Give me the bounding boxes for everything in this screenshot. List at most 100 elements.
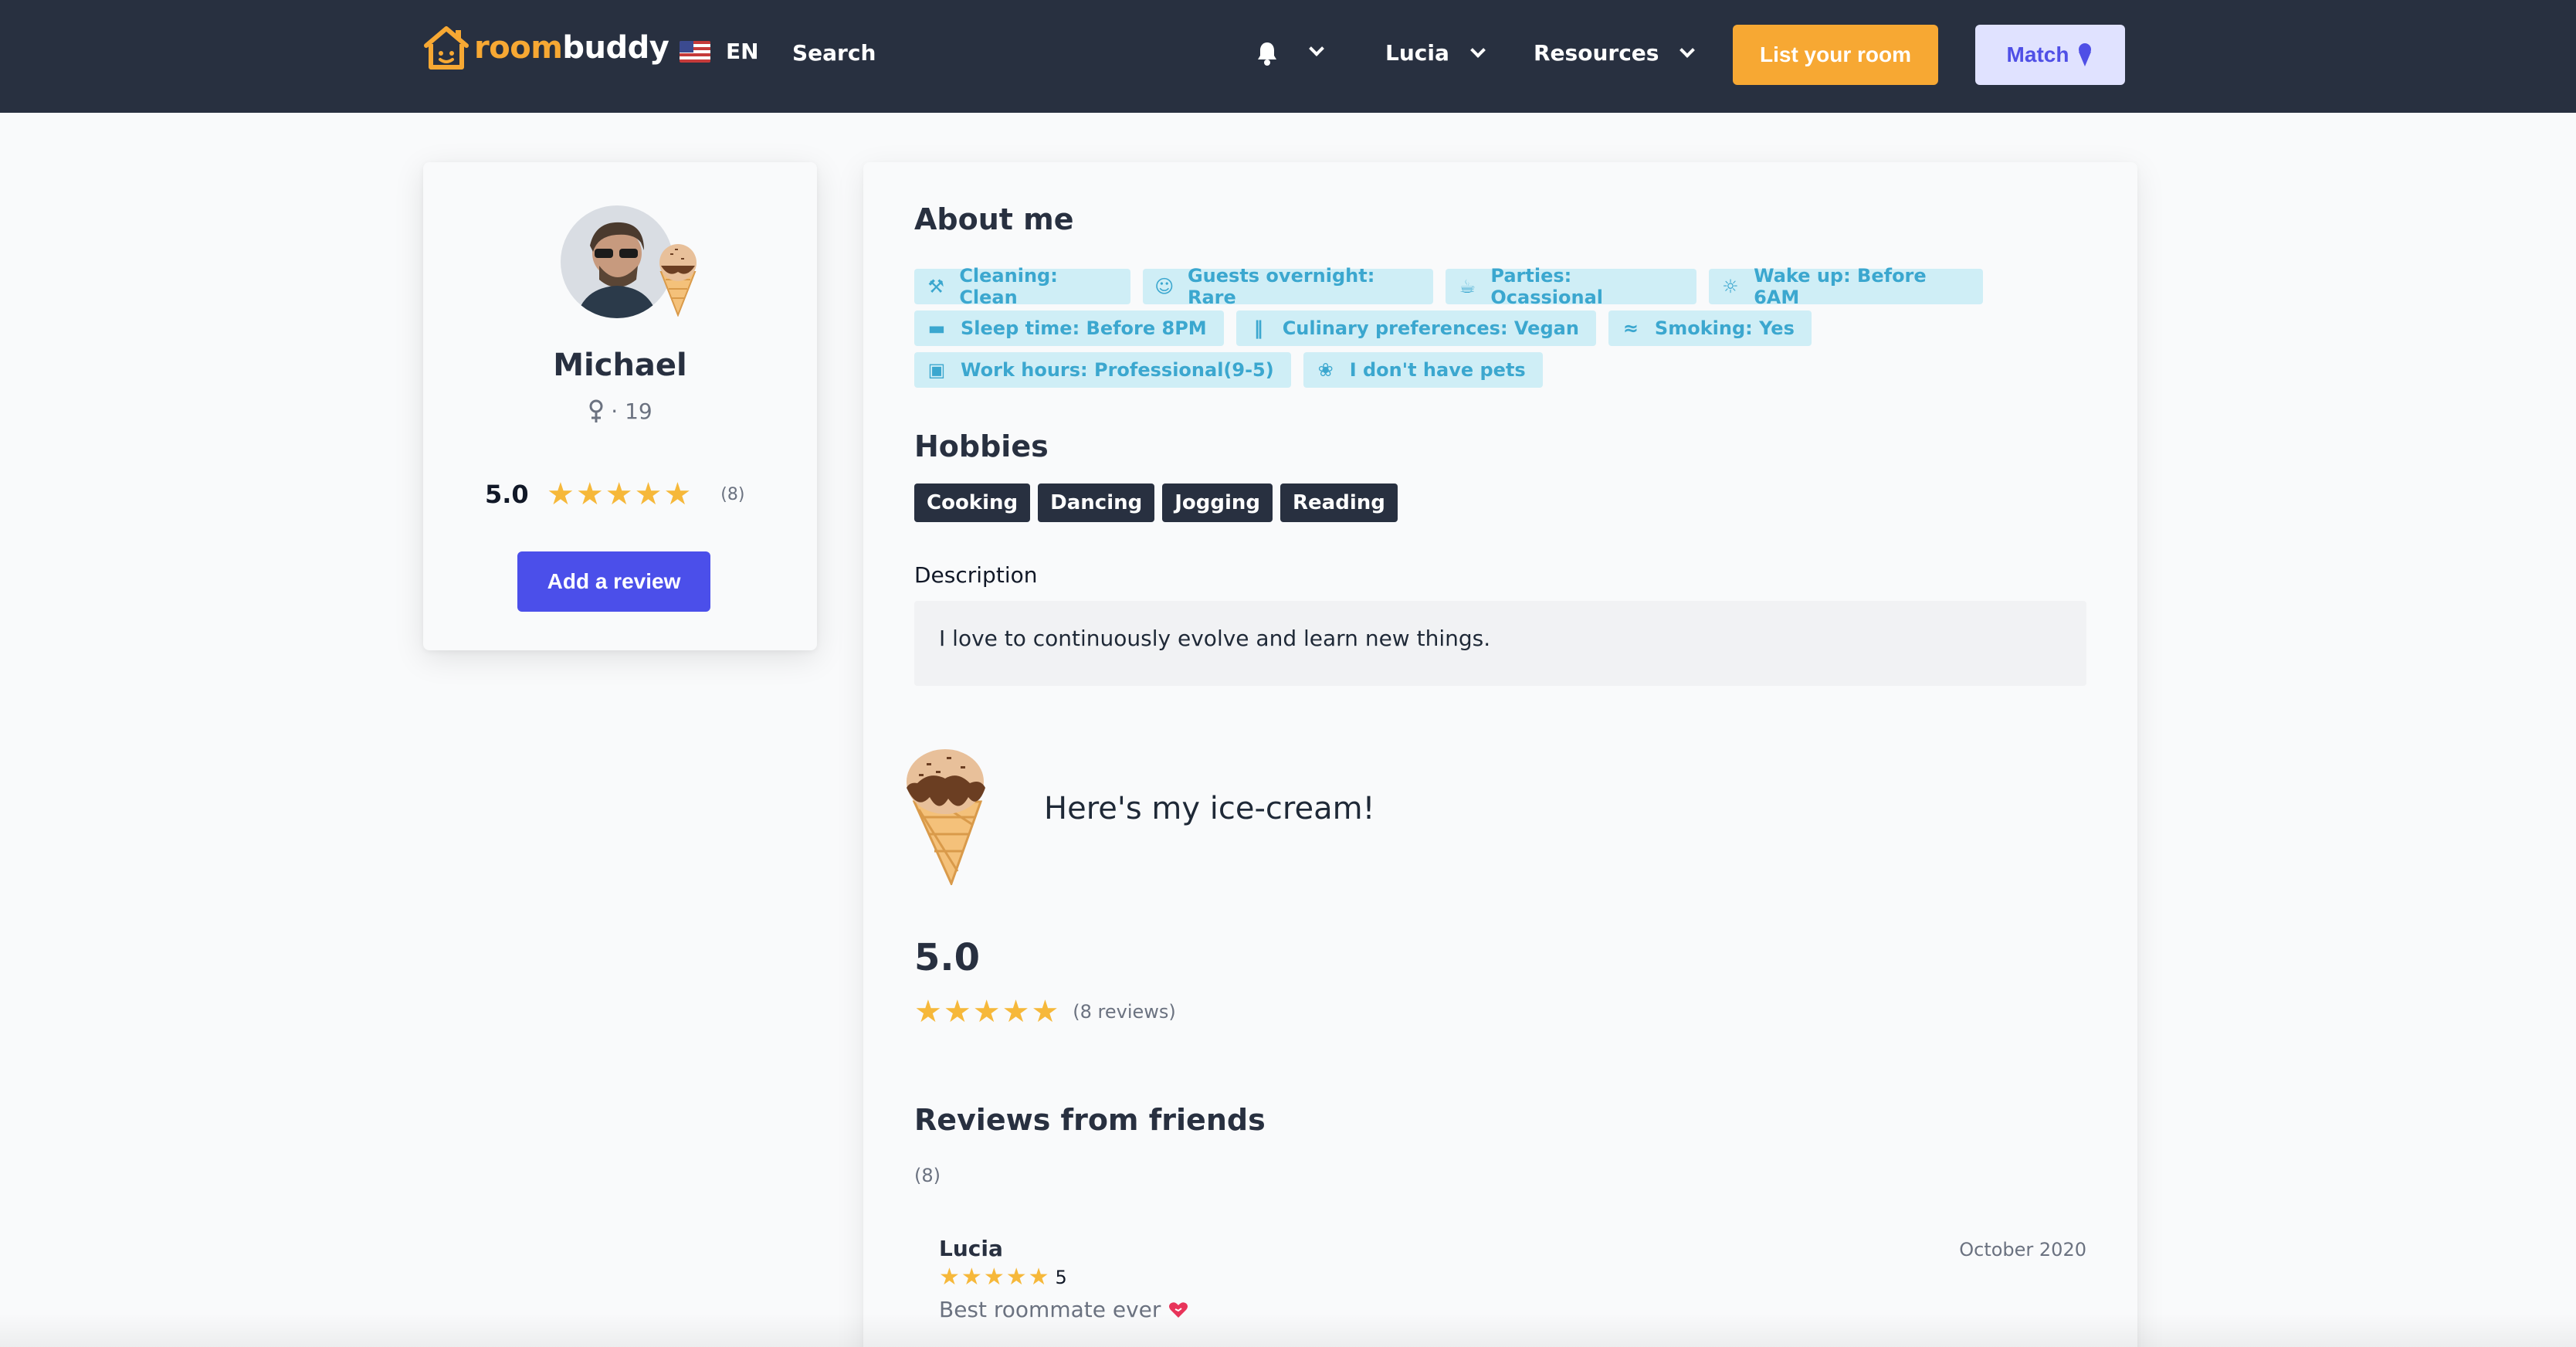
language-selector[interactable]: EN: [680, 39, 759, 64]
star-icon: ★: [1002, 994, 1030, 1030]
nav-search-link[interactable]: Search: [792, 40, 876, 66]
profile-rating-value: 5.0: [485, 480, 529, 509]
language-label: EN: [726, 39, 759, 64]
about-tag-label: Cleaning: Clean: [959, 265, 1058, 308]
hobby-tag: Jogging: [1162, 483, 1273, 522]
review-item: Lucia October 2020 ★ ★ ★ ★ ★ 5 Best roommate…: [939, 1236, 2086, 1322]
description-label: Description: [914, 562, 1038, 588]
about-tag-label: Wake up: Before 6AM: [1754, 265, 1927, 308]
smoking-icon: ≈: [1622, 317, 1639, 339]
star-icon: ★: [1005, 1264, 1027, 1291]
summary-stars: ★ ★ ★ ★ ★: [914, 996, 1060, 1027]
about-tags: ⚒ Cleaning: Clean ☺ Guests overnight: Rare ☕…: [914, 265, 1995, 394]
review-date: October 2020: [1959, 1239, 2086, 1260]
resources-menu[interactable]: Resources: [1534, 40, 1696, 66]
about-tag-label: Culinary preferences: Vegan: [1282, 317, 1579, 339]
notifications-chevron-down-icon[interactable]: [1309, 41, 1324, 56]
star-icon: ★: [1031, 994, 1059, 1030]
about-tag: ☺ Guests overnight: Rare: [1142, 265, 1434, 308]
star-icon: ★: [983, 1264, 1005, 1291]
list-your-room-button[interactable]: List your room: [1733, 25, 1938, 85]
house-logo-icon: [424, 26, 469, 70]
about-tag-label: I don't have pets: [1349, 359, 1526, 381]
top-nav: roombuddy EN Search Lucia Resources List…: [0, 0, 2576, 113]
chevron-down-icon: [1469, 42, 1486, 58]
about-me-title: About me: [914, 202, 1074, 236]
about-tag: ≈ Smoking: Yes: [1608, 310, 1812, 346]
about-tag: ❀ I don't have pets: [1303, 352, 1543, 388]
about-tag: ▣ Work hours: Professional(9-5): [914, 352, 1291, 388]
summary-review-count: (8 reviews): [1073, 1001, 1176, 1023]
profile-rating: 5.0 ★ ★ ★ ★ ★ (8): [485, 479, 744, 510]
about-tag-label: Work hours: Professional(9-5): [961, 359, 1274, 381]
profile-meta: · 19: [423, 399, 817, 424]
about-tag: ▬ Sleep time: Before 8PM: [914, 310, 1224, 346]
star-icon: ★: [939, 1264, 960, 1291]
add-review-button[interactable]: Add a review: [517, 551, 710, 612]
description-text: I love to continuously evolve and learn …: [914, 601, 2086, 686]
page: roombuddy EN Search Lucia Resources List…: [0, 0, 2576, 1347]
star-icon: ★: [1028, 1264, 1049, 1291]
bed-icon: ▬: [927, 317, 946, 339]
star-icon: ★: [575, 477, 604, 512]
profile-rating-count: (8): [720, 484, 745, 504]
review-stars: ★ ★ ★ ★ ★: [939, 1266, 1051, 1289]
about-tag-label: Parties: Ocassional: [1490, 265, 1604, 308]
logo[interactable]: roombuddy: [422, 22, 669, 74]
about-tag: ⚒ Cleaning: Clean: [914, 265, 1130, 308]
star-icon: ★: [914, 994, 942, 1030]
star-icon: ★: [663, 477, 692, 512]
about-tag-label: Guests overnight: Rare: [1187, 265, 1375, 308]
friends-review-count: (8): [914, 1165, 941, 1186]
users-icon: ☺: [1154, 276, 1174, 297]
about-tag-label: Smoking: Yes: [1654, 317, 1795, 339]
summary-rating: 5.0: [914, 936, 981, 979]
chevron-down-icon: [1679, 42, 1696, 58]
star-icon: ★: [634, 477, 663, 512]
star-icon: ★: [972, 994, 1001, 1030]
us-flag-icon: [680, 40, 710, 63]
resources-menu-label: Resources: [1534, 40, 1659, 66]
reviews-from-friends-title: Reviews from friends: [914, 1103, 1266, 1137]
hobby-tag: Dancing: [1038, 483, 1155, 522]
ice-cream-icon: [2079, 43, 2092, 66]
female-icon: [589, 399, 603, 422]
review-stars-row: ★ ★ ★ ★ ★ 5: [939, 1266, 2086, 1289]
paw-icon: ❀: [1317, 359, 1334, 381]
logo-wordmark: roombuddy: [474, 30, 669, 66]
hobbies-title: Hobbies: [914, 429, 1049, 463]
broom-icon: ⚒: [927, 276, 944, 297]
profile-card: Michael · 19 5.0 ★ ★ ★ ★ ★ (8) Add a review: [423, 162, 817, 650]
user-menu-label: Lucia: [1385, 40, 1449, 66]
profile-stars: ★ ★ ★ ★ ★: [547, 479, 693, 510]
logo-room-text: room: [474, 30, 563, 66]
review-score: 5: [1055, 1267, 1067, 1288]
main-card: About me ⚒ Cleaning: Clean ☺ Guests overnig…: [863, 162, 2137, 1347]
star-icon: ★: [961, 1264, 982, 1291]
logo-buddy-text: buddy: [562, 30, 669, 66]
user-menu[interactable]: Lucia: [1385, 40, 1486, 66]
bottom-shadow: [0, 1313, 2576, 1347]
match-button-label: Match: [2006, 42, 2069, 66]
star-icon: ★: [943, 994, 971, 1030]
bell-icon[interactable]: [1256, 40, 1279, 66]
profile-age: · 19: [611, 399, 652, 424]
glasses-cheers-icon: ☕: [1459, 276, 1476, 297]
tag-row: ▬ Sleep time: Before 8PM ‖ Culinary prefere…: [914, 310, 1995, 346]
match-button[interactable]: Match: [1975, 25, 2125, 85]
tag-row: ▣ Work hours: Professional(9-5) ❀ I don't h…: [914, 352, 1995, 388]
hobby-tag: Reading: [1280, 483, 1398, 522]
utensils-icon: ‖: [1253, 317, 1263, 339]
reviewer-name: Lucia: [939, 1236, 1003, 1261]
about-tag: ‖ Culinary preferences: Vegan: [1235, 310, 1596, 346]
briefcase-icon: ▣: [927, 359, 946, 381]
star-icon: ★: [547, 477, 575, 512]
ice-cream-badge-icon: [659, 244, 697, 317]
tag-row: ⚒ Cleaning: Clean ☺ Guests overnight: Rare ☕…: [914, 265, 1995, 308]
sun-icon: ☼: [1722, 276, 1739, 297]
star-icon: ★: [605, 477, 633, 512]
hobby-tag: Cooking: [914, 483, 1031, 522]
hobbies-list: Cooking Dancing Jogging Reading: [914, 483, 1405, 522]
ice-cream-text: Here's my ice-cream!: [1044, 791, 1375, 826]
about-tag-label: Sleep time: Before 8PM: [961, 317, 1207, 339]
